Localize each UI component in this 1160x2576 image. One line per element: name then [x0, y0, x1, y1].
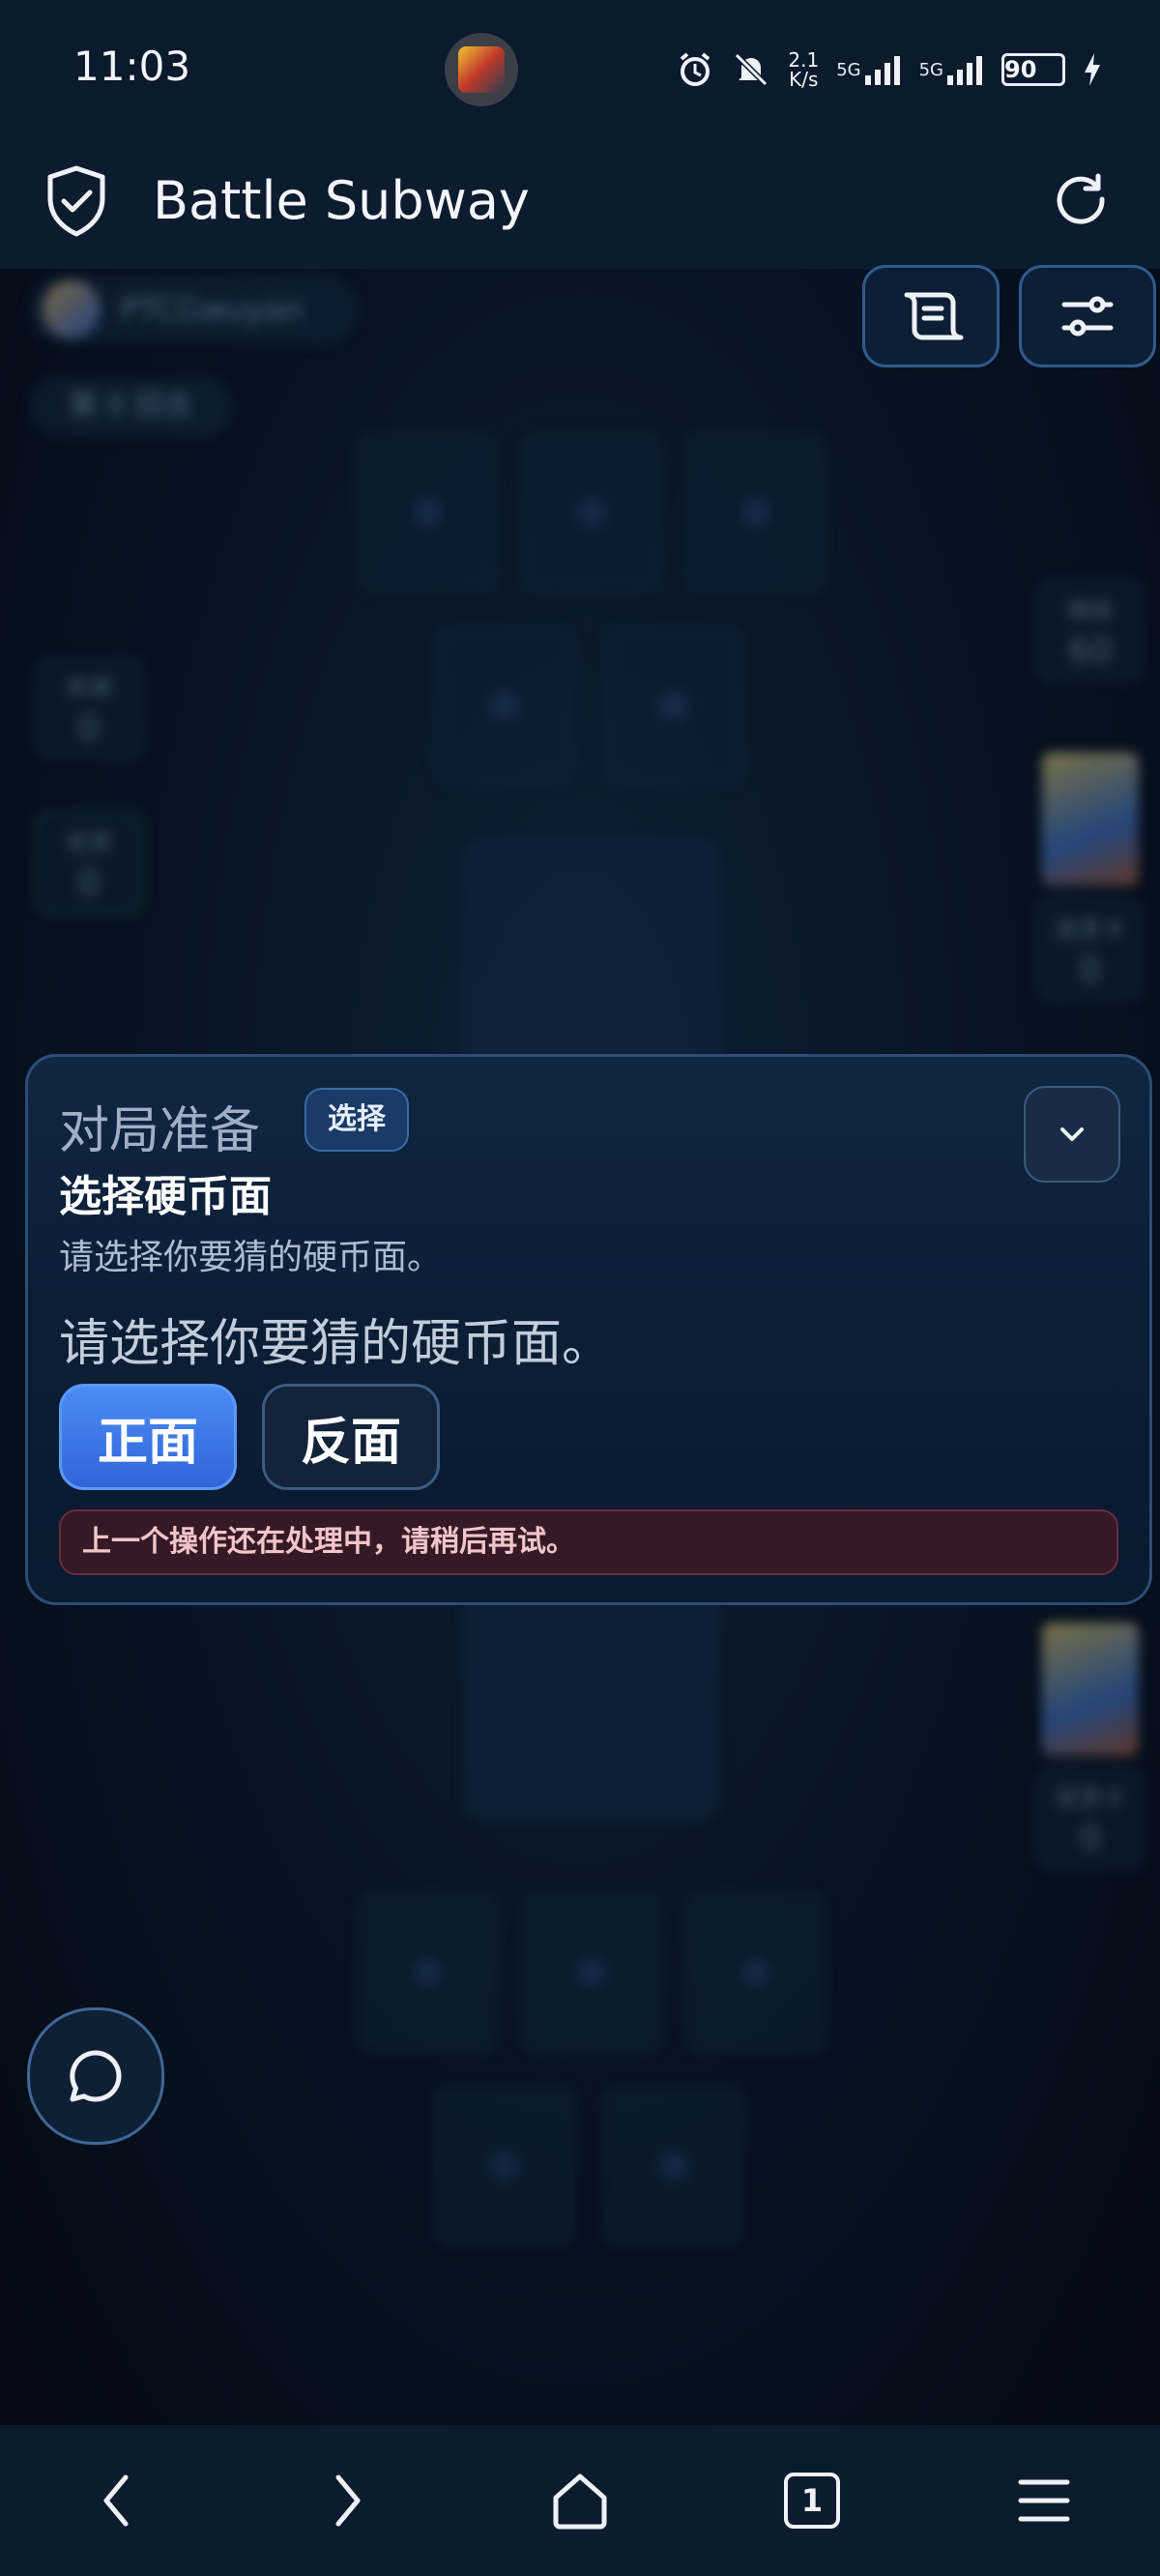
status-time: 11:03 [73, 43, 191, 90]
mute-bell-icon [732, 50, 770, 89]
right-stat-prize-2: 奖赏卡 0 [1036, 1766, 1145, 1870]
stat-value: 0 [1079, 1819, 1102, 1859]
player-bench-slot [358, 1893, 497, 2052]
refresh-icon [1057, 173, 1105, 224]
player-bench-slot [604, 2087, 743, 2245]
charging-icon [1083, 53, 1102, 86]
stat-label: 弃牌 [66, 675, 112, 702]
error-message: 上一个操作还在处理中，请稍后再试。 [59, 1509, 1118, 1575]
signal-label-2: 5G [918, 59, 943, 80]
left-stat-prize: 奖赏 0 [35, 810, 143, 915]
scroll-icon [904, 292, 964, 340]
card-back-image [1042, 1623, 1139, 1756]
collapse-panel-button[interactable] [1024, 1086, 1120, 1183]
back-button[interactable] [58, 2443, 174, 2559]
left-stat-discard: 弃牌 0 [35, 656, 143, 760]
player-name: PTCGwuyan [120, 291, 304, 328]
right-stat-prize: 奖赏卡 0 [1036, 897, 1145, 1002]
chevron-right-icon [335, 2474, 361, 2527]
menu-icon [1018, 2479, 1070, 2522]
status-bar: 11:03 2.1 K/s 5G 5G 90 [0, 0, 1160, 135]
stat-value: 0 [77, 709, 101, 748]
opponent-bench-slot [686, 433, 826, 592]
player-bench-slot [435, 2087, 574, 2245]
net-speed: 2.1 K/s [788, 50, 819, 89]
menu-button[interactable] [986, 2443, 1102, 2559]
stat-label: 奖赏卡 [1056, 1785, 1125, 1812]
panel-question: 请选择你要猜的硬币面。 [59, 1315, 613, 1373]
player-bench-slot [522, 1893, 661, 2052]
refresh-button[interactable] [1046, 164, 1116, 238]
player-active-zone [464, 1574, 719, 1820]
signal-icon-2: 5G [919, 54, 984, 85]
panel-description: 请选择你要猜的硬币面。 [59, 1238, 443, 1277]
home-button[interactable] [522, 2443, 638, 2559]
player-chip: PTCGwuyan [29, 275, 358, 344]
stat-value: 0 [1079, 951, 1102, 990]
opponent-bench-slot [358, 433, 497, 592]
opponent-bench-slot [522, 433, 661, 592]
card-back-image [1042, 752, 1139, 886]
settings-button[interactable] [1019, 265, 1156, 367]
game-log-button[interactable] [862, 265, 1000, 367]
stat-label: 奖赏 [66, 830, 112, 857]
tails-button[interactable]: 反面 [262, 1384, 440, 1490]
app-title: Battle Subway [153, 170, 530, 231]
panel-heading: 对局准备 [59, 1102, 261, 1160]
battery-indicator: 90 [1001, 53, 1065, 86]
opponent-bench-slot [604, 627, 743, 785]
stat-value: 60 [1068, 631, 1113, 671]
chat-bubble-icon [70, 2050, 122, 2102]
opponent-bench-slot [435, 627, 574, 785]
signal-label-1: 5G [836, 59, 861, 80]
chevron-down-icon [1060, 1127, 1084, 1141]
app-header: Battle Subway [0, 135, 1160, 270]
shield-check-icon [44, 164, 108, 238]
app-notification-icon [445, 33, 518, 106]
signal-icon: 5G [836, 54, 901, 85]
chat-button[interactable] [27, 2007, 164, 2145]
net-speed-unit: K/s [789, 68, 819, 91]
chevron-left-icon [103, 2474, 129, 2527]
status-badge: 选择 [304, 1088, 409, 1152]
net-speed-value: 2.1 [788, 48, 820, 72]
tabs-count: 1 [784, 2473, 840, 2529]
stat-label: 牌库 [1067, 598, 1114, 625]
stat-value: 0 [77, 864, 101, 903]
right-stat-deck: 牌库 60 [1036, 578, 1145, 683]
browser-nav-bar: 1 [0, 2425, 1160, 2576]
forward-button[interactable] [290, 2443, 406, 2559]
panel-subtitle: 选择硬币面 [59, 1172, 272, 1221]
avatar [43, 280, 101, 338]
player-bench-slot [686, 1893, 826, 2052]
coin-choice-panel: 对局准备 选择 选择硬币面 请选择你要猜的硬币面。 请选择你要猜的硬币面。 正面… [25, 1054, 1152, 1605]
round-label: 第 0 回合 [29, 375, 232, 437]
heads-button[interactable]: 正面 [59, 1384, 237, 1490]
sliders-icon [1061, 296, 1114, 337]
tabs-button[interactable]: 1 [754, 2443, 870, 2559]
home-icon [553, 2474, 607, 2530]
alarm-icon [676, 50, 714, 89]
stat-label: 奖赏卡 [1056, 917, 1125, 944]
status-indicators: 2.1 K/s 5G 5G 90 [676, 46, 1102, 93]
